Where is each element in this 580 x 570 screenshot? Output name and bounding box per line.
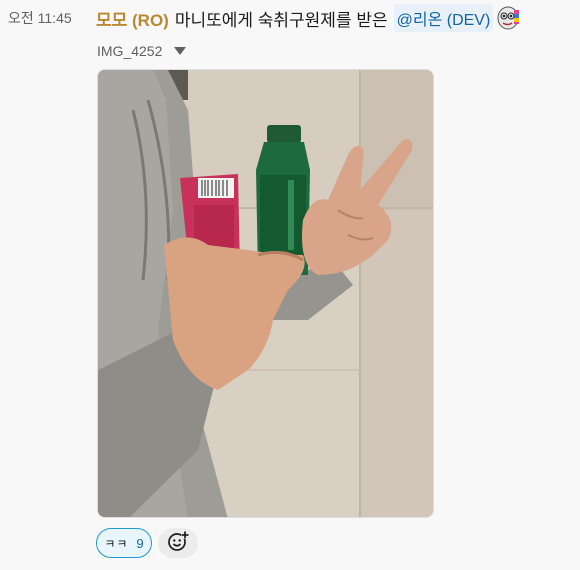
attached-photo[interactable] <box>97 69 434 518</box>
attachment-file-name[interactable]: IMG_4252 <box>97 43 162 59</box>
message-timestamp[interactable]: 오전 11:45 <box>8 8 86 28</box>
attachment-header[interactable]: IMG_4252 <box>97 42 187 60</box>
author-name[interactable]: 모모 (RO) <box>96 6 169 31</box>
custom-face-emoji-icon <box>497 6 520 30</box>
message-header: 오전 11:45 모모 (RO) 마니또에게 숙취구원제를 받은 @리온 (DE… <box>0 4 580 32</box>
message-text: 마니또에게 숙취구원제를 받은 <box>174 10 388 30</box>
photo-illustration <box>98 70 433 517</box>
caret-down-icon[interactable] <box>174 47 187 55</box>
add-reaction-button[interactable] <box>158 528 198 558</box>
reaction-pill[interactable]: ㅋㅋ 9 <box>96 528 152 558</box>
user-mention[interactable]: @리온 (DEV) <box>393 4 494 32</box>
reactions-bar: ㅋㅋ 9 <box>96 528 198 558</box>
reaction-count: 9 <box>136 535 144 551</box>
reaction-emoji: ㅋㅋ <box>104 536 129 551</box>
add-emoji-icon <box>167 530 189 557</box>
